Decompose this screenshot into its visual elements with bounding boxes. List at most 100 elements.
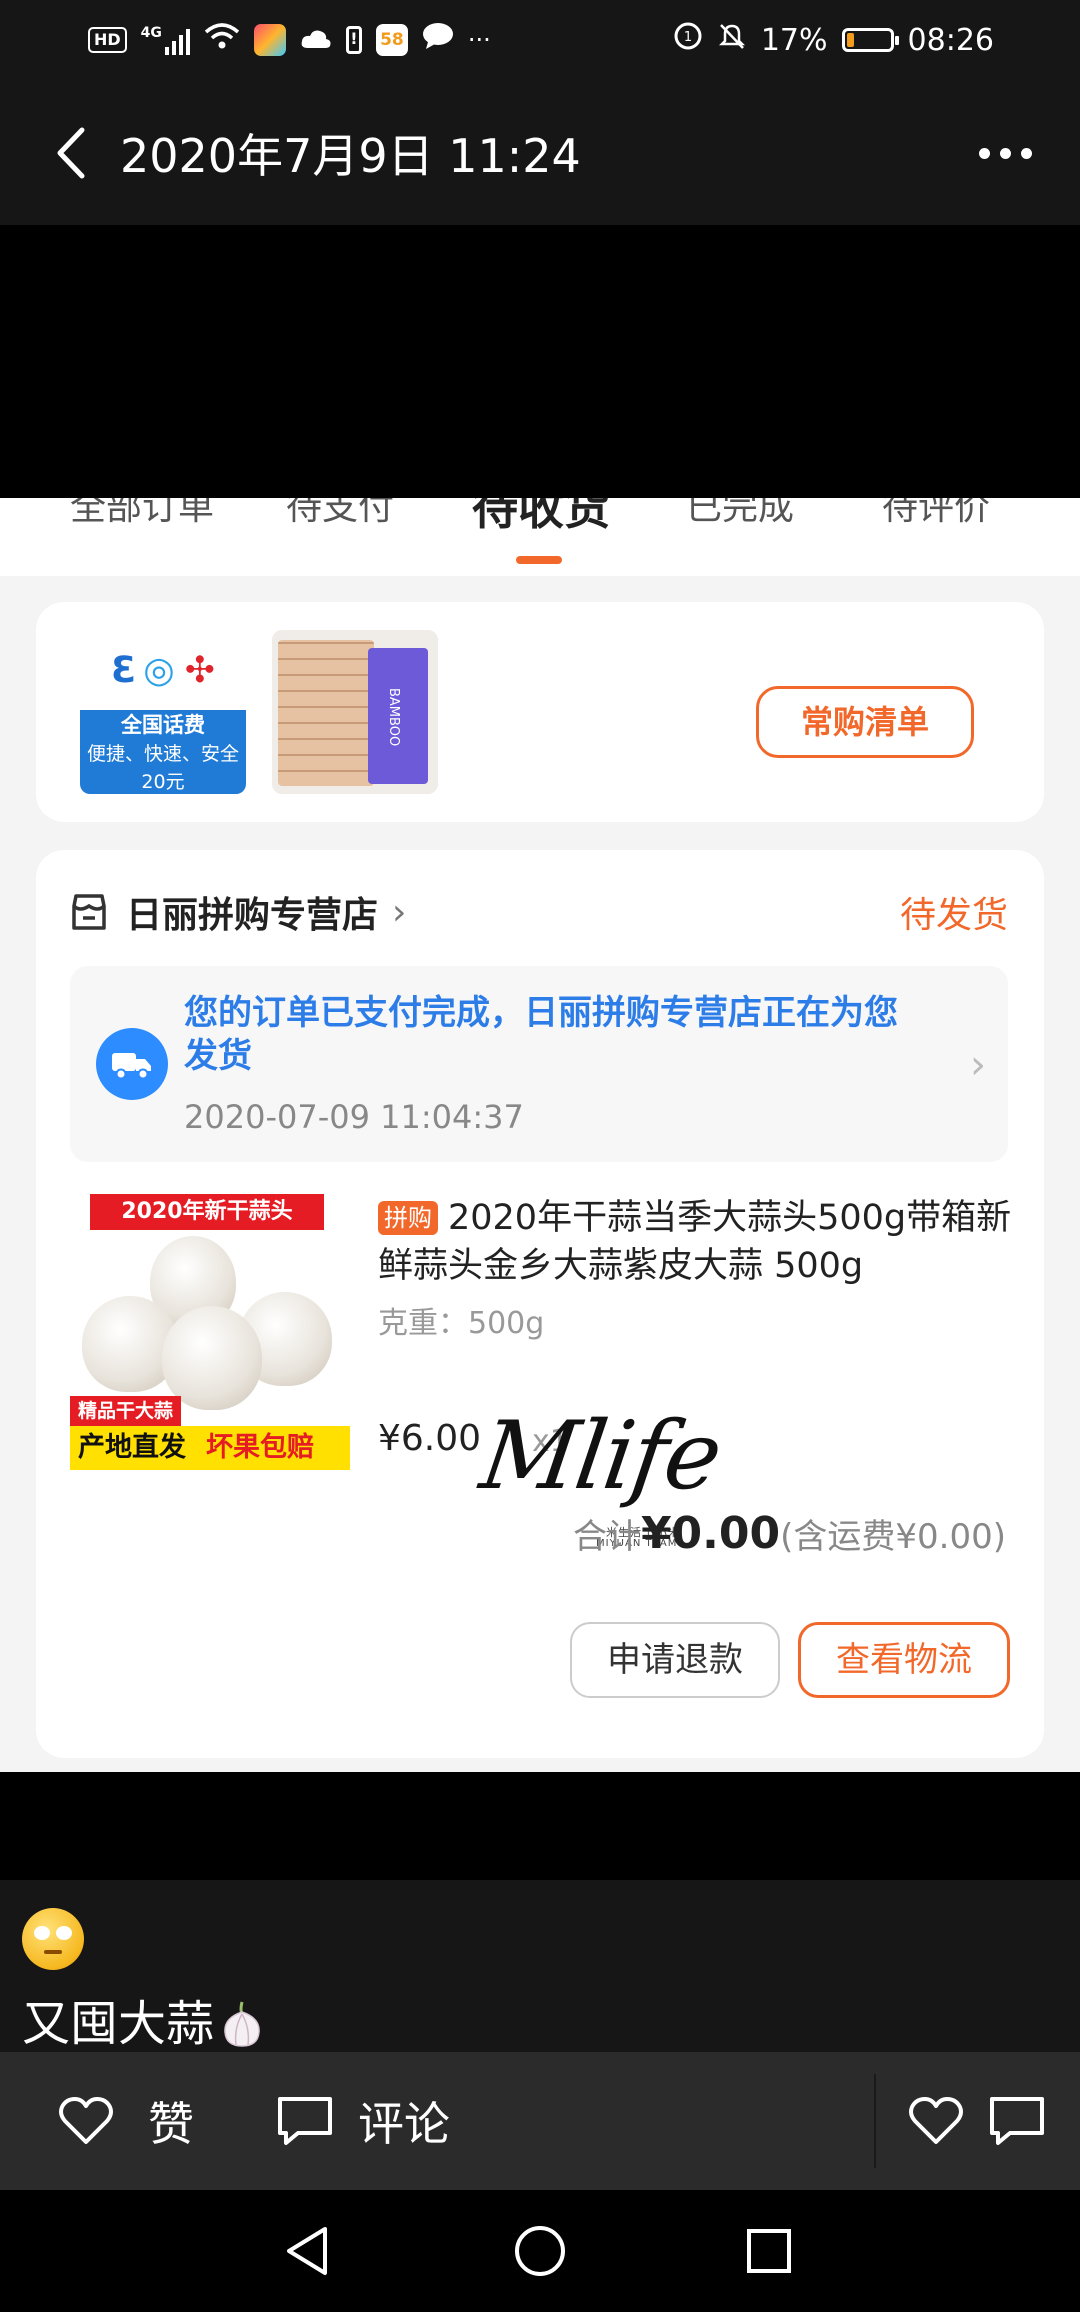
caption-text-line: 又囤大蒜 <box>22 1984 264 2054</box>
chevron-right-icon: › <box>970 1042 986 1088</box>
store-icon <box>72 894 106 930</box>
product-image-top-label: 2020年新干蒜头 <box>90 1194 324 1230</box>
total-shipping: (含运费¥0.00) <box>780 1517 1006 1557</box>
comment-icon <box>278 2097 332 2145</box>
truck-icon <box>96 1028 168 1100</box>
emoji-eye <box>34 1926 50 1940</box>
wifi-icon <box>204 22 240 58</box>
carrier-logos: ℇ ◎ ✣ <box>80 630 246 710</box>
alert-icon: ! <box>345 26 362 54</box>
notice-time: 2020-07-09 11:04:37 <box>184 1098 524 1136</box>
signal-icon: 4G <box>141 25 190 55</box>
order-card: 日丽拼购专营店 › 待发货 您的订单已支付完成，日丽拼购专营店正在为您发货 20… <box>36 850 1044 1758</box>
status-bar: HD 4G ! 58 ··· 1 17% 08:26 <box>0 0 1080 80</box>
title-bar: 2020年7月9日 11:24 <box>0 80 1080 225</box>
chevron-right-icon: › <box>392 891 407 933</box>
back-button[interactable] <box>40 123 100 183</box>
clock: 08:26 <box>907 22 994 58</box>
page-title: 2020年7月9日 11:24 <box>120 128 581 183</box>
product-image-bottom-a: 产地直发 <box>78 1432 186 1463</box>
carrier-title: 全国话费 <box>121 713 205 737</box>
product-image-tag: 精品干大蒜 <box>70 1396 182 1426</box>
product-price: ¥6.00 <box>378 1418 482 1459</box>
carrier-amount: 20元 <box>141 771 185 793</box>
more-dot-icon <box>978 147 990 159</box>
store-row: 日丽拼购专营店 › 待发货 <box>70 884 1008 940</box>
product-image-bottom-banner: 产地直发 坏果包赔 <box>70 1426 350 1470</box>
garlic-emoji-icon <box>220 2000 264 2048</box>
frequent-list-button: 常购清单 <box>756 686 974 758</box>
tissue-rolls <box>278 640 374 786</box>
battery-icon <box>841 28 899 52</box>
app-badge-58: 58 <box>375 24 408 56</box>
app-icon-gallery <box>253 24 286 56</box>
action-bar: 赞 评论 <box>0 2052 1080 2190</box>
tab-completed: 已完成 <box>686 498 795 528</box>
like-label: 赞 <box>148 2097 194 2151</box>
status-right: 1 17% 08:26 <box>673 21 994 59</box>
heart-icon <box>909 2097 963 2144</box>
tab-pending-receipt: 待收货 <box>472 498 610 535</box>
nav-back-button[interactable] <box>272 2216 342 2286</box>
caption-text: 又囤大蒜 <box>22 1996 215 2052</box>
more-options-button[interactable] <box>970 128 1040 178</box>
comment-icon-button[interactable] <box>988 2052 1046 2190</box>
refund-button: 申请退款 <box>570 1622 780 1698</box>
nav-home-button[interactable] <box>505 2216 575 2286</box>
product-image-bottom-b: 坏果包赔 <box>206 1432 314 1463</box>
tissue-box: BAMBOO <box>368 648 428 784</box>
like-icon-button[interactable] <box>908 2052 964 2190</box>
thinking-face-emoji-icon <box>22 1908 84 1970</box>
more-dot-icon <box>1020 147 1032 159</box>
like-button[interactable]: 赞 <box>58 2052 194 2190</box>
total-label: 合计 <box>572 1517 641 1557</box>
heart-icon <box>59 2097 113 2144</box>
network-type: 4G <box>140 25 162 41</box>
order-screenshot-image[interactable]: 全部订单 待支付 待收货 已完成 待评价 ℇ ◎ ✣ 全国话费 便捷、快速、安全… <box>0 498 1080 1772</box>
svg-text:1: 1 <box>684 30 692 45</box>
store-name: 日丽拼购专营店 <box>126 895 379 936</box>
recommend-card: ℇ ◎ ✣ 全国话费 便捷、快速、安全 20元 BAMBOO 常购清单 <box>36 602 1044 822</box>
nav-recents-button[interactable] <box>734 2216 804 2286</box>
product-title-block: 拼购 2020年干蒜当季大蒜头500g带箱新鲜蒜头金乡大蒜紫皮大蒜 500g <box>378 1194 1018 1290</box>
battery-percent: 17% <box>760 22 828 58</box>
carrier-subtitle: 便捷、快速、安全 <box>86 743 239 765</box>
garlic-bulb <box>162 1306 262 1410</box>
active-tab-indicator <box>516 556 562 564</box>
view-logistics-button: 查看物流 <box>798 1622 1010 1698</box>
system-nav-bar <box>0 2190 1080 2312</box>
tab-pending-payment: 待支付 <box>286 498 395 528</box>
comment-icon <box>990 2097 1044 2145</box>
comment-button[interactable]: 评论 <box>276 2052 450 2190</box>
battery-fill <box>846 33 854 47</box>
more-notifications: ··· <box>467 26 491 54</box>
phone-credit-thumbnail: ℇ ◎ ✣ 全国话费 便捷、快速、安全 20元 <box>80 630 246 794</box>
order-status: 待发货 <box>899 895 1008 936</box>
order-tabs: 全部订单 待支付 待收货 已完成 待评价 <box>0 498 1080 576</box>
circle-home-icon <box>515 2226 565 2276</box>
triangle-back-icon <box>287 2227 327 2275</box>
bamboo-brand: BAMBOO <box>386 688 401 747</box>
hd-indicator: HD <box>88 27 127 53</box>
order-total: 合计¥0.00(含运费¥0.00) <box>573 1508 1006 1559</box>
tab-to-review: 待评价 <box>882 498 991 528</box>
group-buy-badge: 拼购 <box>378 1201 438 1235</box>
emoji-mouth <box>44 1950 62 1954</box>
mute-icon <box>717 21 747 59</box>
total-amount: ¥0.00 <box>640 1508 781 1559</box>
cloud-icon <box>300 23 332 58</box>
unicom-logo-icon: ✣ <box>184 649 215 691</box>
telecom-logo-icon: ℇ <box>111 649 134 691</box>
notice-message: 您的订单已支付完成，日丽拼购专营店正在为您发货 <box>184 993 898 1076</box>
square-recents-icon <box>747 2229 791 2273</box>
mobile-logo-icon: ◎ <box>143 649 175 691</box>
tab-all-orders: 全部订单 <box>70 498 215 528</box>
watermark-main: Mlife <box>474 1402 727 1511</box>
bamboo-tissue-thumbnail: BAMBOO <box>272 630 438 794</box>
shipping-notice: 您的订单已支付完成，日丽拼购专营店正在为您发货 2020-07-09 11:04… <box>70 966 1008 1162</box>
product-image: 2020年新干蒜头 精品干大蒜 产地直发 坏果包赔 <box>70 1188 350 1470</box>
chat-icon <box>422 22 454 58</box>
post-caption: 又囤大蒜 <box>0 1880 1080 2052</box>
more-dot-icon <box>999 147 1011 159</box>
status-left: HD 4G ! 58 ··· <box>88 22 491 58</box>
